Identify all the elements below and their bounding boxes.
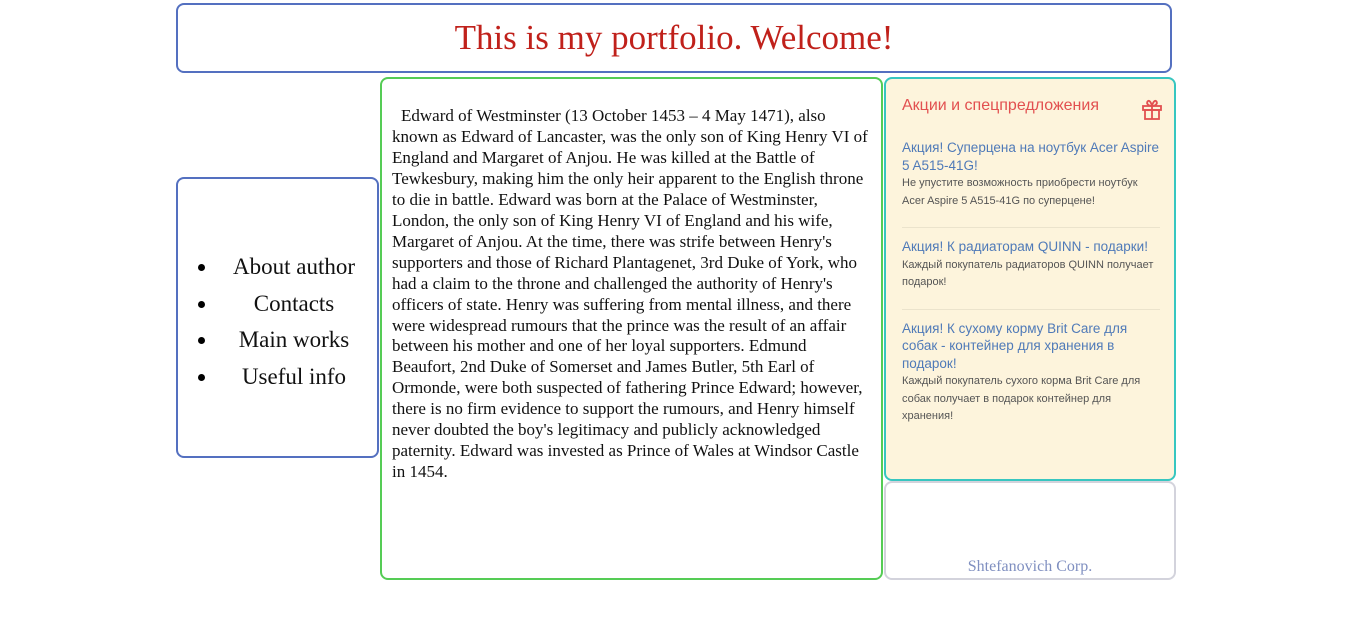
promo-offer: Акция! К радиаторам QUINN - подарки! Каж…: [902, 228, 1160, 310]
nav-link-contacts[interactable]: Contacts: [232, 291, 335, 316]
promo-offer-link[interactable]: Акция! Суперцена на ноутбук Acer Aspire …: [902, 139, 1160, 174]
promo-offer: Акция! К сухому корму Brit Care для соба…: [902, 310, 1160, 443]
nav-link-useful-info[interactable]: Useful info: [220, 364, 346, 389]
sidebar-nav: About author Contacts Main works Useful …: [176, 177, 379, 458]
page-header: This is my portfolio. Welcome!: [176, 3, 1172, 73]
nav-link-about-author[interactable]: About author: [211, 254, 355, 279]
page-title: This is my portfolio. Welcome!: [454, 18, 894, 57]
gift-icon: [1142, 99, 1162, 120]
bullet-icon: [198, 264, 205, 271]
page-footer: Shtefanovich Corp.: [884, 481, 1176, 580]
promo-offer-description: Не упустите возможность приобрести ноутб…: [902, 177, 1138, 207]
nav-item-about-author[interactable]: About author: [198, 249, 368, 286]
promo-offer-link[interactable]: Акция! К радиаторам QUINN - подарки!: [902, 238, 1160, 256]
promo-title: Акции и спецпредложения: [902, 97, 1099, 114]
nav-link-main-works[interactable]: Main works: [217, 327, 350, 352]
bullet-icon: [198, 300, 205, 308]
article-text: Edward of Westminster (13 October 1453 –…: [392, 106, 868, 482]
promo-offer: Акция! Суперцена на ноутбук Acer Aspire …: [902, 129, 1160, 228]
promo-offer-description: Каждый покупатель сухого корма Brit Care…: [902, 375, 1141, 422]
nav-item-contacts[interactable]: Contacts: [198, 286, 368, 323]
promo-offer-link[interactable]: Акция! К сухому корму Brit Care для соба…: [902, 320, 1160, 373]
nav-item-main-works[interactable]: Main works: [198, 322, 368, 359]
promo-panel: Акции и спецпредложения Акция! Суперцена…: [884, 77, 1176, 481]
nav-list: About author Contacts Main works Useful …: [198, 249, 368, 395]
promo-offer-description: Каждый покупатель радиаторов QUINN получ…: [902, 258, 1154, 289]
bullet-icon: [198, 337, 205, 344]
nav-item-useful-info[interactable]: Useful info: [198, 359, 368, 396]
promo-header: Акции и спецпредложения: [902, 97, 1162, 129]
bullet-icon: [198, 373, 205, 381]
footer-copyright: Shtefanovich Corp.: [967, 558, 1093, 575]
main-content: Edward of Westminster (13 October 1453 –…: [380, 77, 883, 580]
